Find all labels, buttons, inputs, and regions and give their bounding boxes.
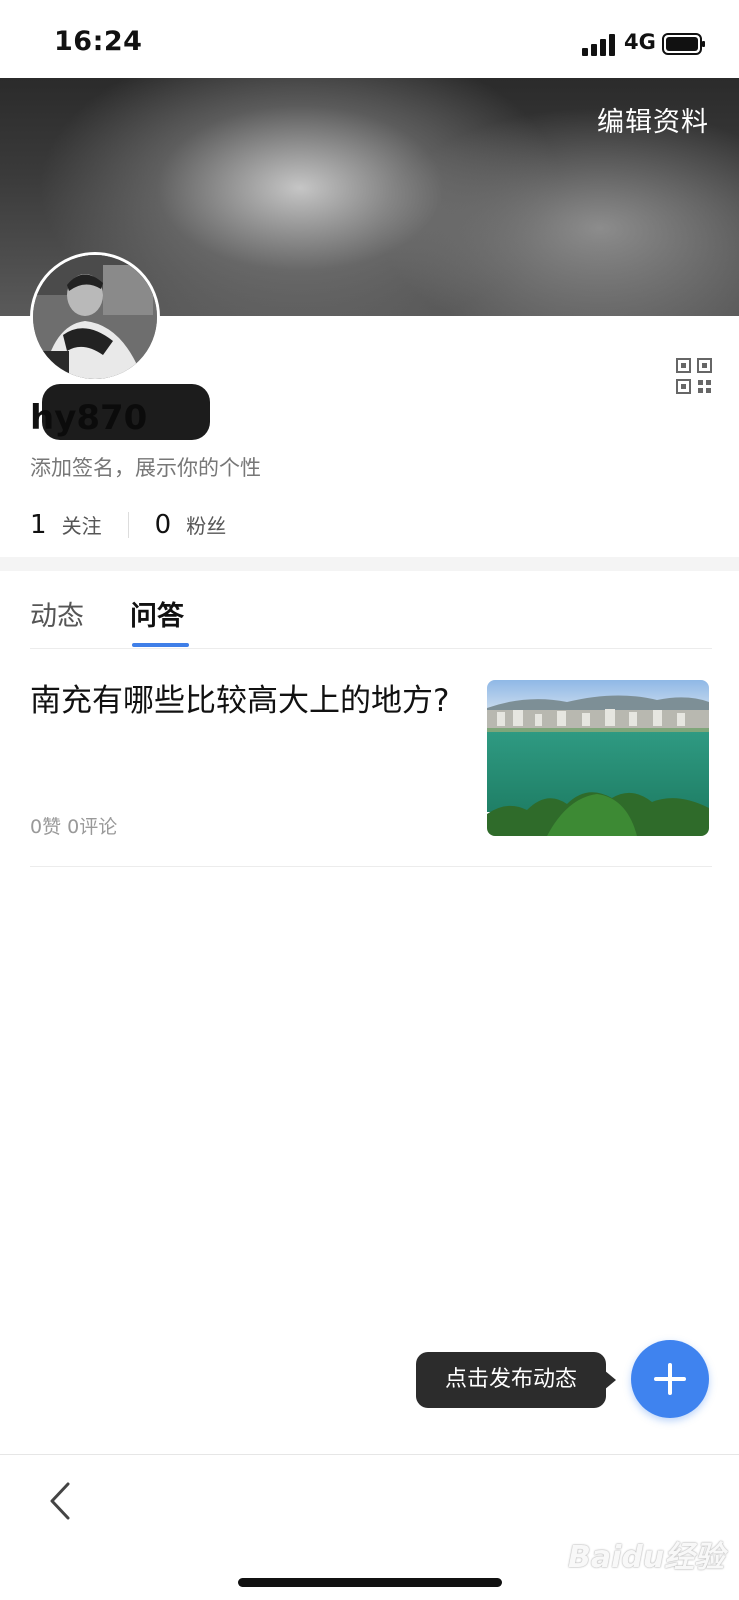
avatar[interactable] bbox=[30, 252, 160, 382]
signature-text[interactable]: 添加签名，展示你的个性 bbox=[30, 452, 261, 482]
battery-icon bbox=[662, 33, 705, 55]
post-title[interactable]: 南充有哪些比较高大上的地方? bbox=[30, 678, 470, 724]
home-indicator[interactable] bbox=[238, 1578, 502, 1587]
followers-count: 0 bbox=[154, 510, 172, 540]
publish-button[interactable] bbox=[631, 1340, 709, 1418]
signal-icon bbox=[582, 34, 615, 56]
follow-stats: 1 关注 0 粉丝 bbox=[30, 507, 226, 543]
post-divider bbox=[30, 866, 712, 867]
tabs-divider bbox=[30, 648, 712, 649]
following-label: 关注 bbox=[61, 514, 102, 538]
chevron-left-icon[interactable] bbox=[44, 1478, 78, 1524]
bottom-divider bbox=[0, 1454, 739, 1455]
status-bar: 16:24 4G bbox=[0, 0, 739, 78]
tab-active-indicator bbox=[132, 643, 189, 647]
network-label: 4G bbox=[624, 30, 656, 54]
tab-updates[interactable]: 动态 bbox=[30, 594, 84, 633]
following-stat[interactable]: 1 关注 bbox=[30, 510, 102, 540]
stat-divider bbox=[127, 512, 129, 538]
tab-bar: 动态 问答 bbox=[30, 594, 230, 633]
followers-label: 粉丝 bbox=[186, 514, 227, 538]
lake-city-image bbox=[487, 680, 709, 836]
section-divider bbox=[0, 557, 739, 571]
avatar-photo bbox=[33, 255, 157, 379]
qr-code-icon[interactable] bbox=[676, 358, 712, 394]
status-time: 16:24 bbox=[54, 26, 143, 57]
followers-stat[interactable]: 0 粉丝 bbox=[155, 510, 227, 540]
edit-profile-button[interactable]: 编辑资料 bbox=[597, 100, 709, 139]
tooltip-arrow bbox=[604, 1370, 616, 1390]
following-count: 1 bbox=[30, 510, 47, 540]
tab-qa[interactable]: 问答 bbox=[130, 594, 184, 633]
watermark: Baidu经验 bbox=[568, 1540, 725, 1575]
publish-tooltip: 点击发布动态 bbox=[416, 1352, 606, 1408]
redaction-mask bbox=[42, 384, 210, 440]
plus-icon bbox=[654, 1363, 686, 1395]
post-meta: 0赞 0评论 bbox=[30, 816, 118, 838]
post-thumbnail[interactable] bbox=[487, 680, 709, 836]
